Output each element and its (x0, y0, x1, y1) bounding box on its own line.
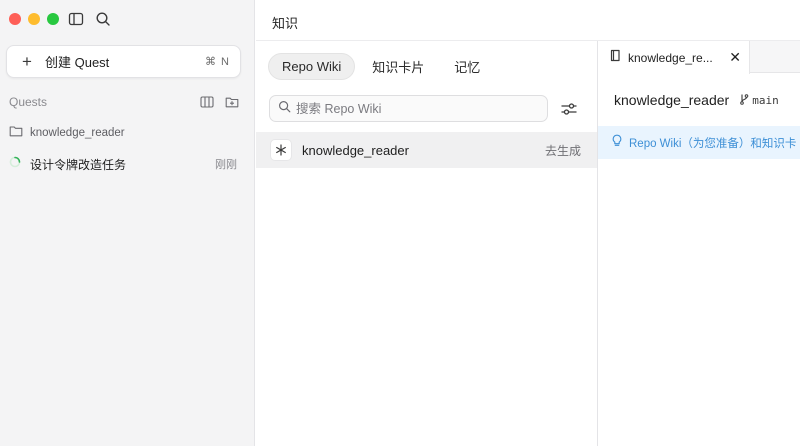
loading-spinner-icon (9, 155, 21, 173)
editor-panel: knowledge_re... ✕ knowledge_reader main … (598, 41, 800, 446)
lightbulb-icon (611, 134, 623, 152)
tab-memory[interactable]: 记忆 (441, 53, 493, 80)
close-window-button[interactable] (9, 13, 21, 25)
folder-item-knowledge-reader[interactable]: knowledge_reader (9, 124, 239, 142)
folder-icon (9, 124, 23, 143)
new-quest-shortcut: ⌘ N (205, 56, 230, 68)
columns-view-icon[interactable] (200, 95, 214, 109)
editor-tab-label: knowledge_re... (628, 50, 713, 65)
filter-settings-icon[interactable] (560, 100, 578, 118)
repo-wiki-search (269, 95, 548, 122)
sidebar: + 创建 Quest ⌘ N Quests knowledge_reader 设… (0, 0, 255, 446)
tab-repo-wiki[interactable]: Repo Wiki (268, 53, 356, 80)
page-title: 知识 (272, 16, 299, 31)
main-header: 知识 (256, 0, 800, 41)
banner-text: Repo Wiki（为您准备）和知识卡 (629, 137, 797, 150)
minimize-window-button[interactable] (28, 13, 40, 25)
repo-logo-icon (270, 139, 292, 161)
search-icon[interactable] (95, 11, 111, 27)
branch-name: main (752, 93, 779, 107)
search-icon (278, 100, 291, 118)
folder-label: knowledge_reader (30, 127, 125, 139)
editor-tab[interactable]: knowledge_re... ✕ (598, 41, 750, 74)
quest-item-time: 刚刚 (215, 159, 237, 171)
quests-section-header: Quests (9, 94, 239, 110)
book-icon (609, 49, 622, 67)
branch-indicator[interactable]: main (739, 93, 779, 108)
quest-item[interactable]: 设计令牌改造任务 刚刚 (9, 155, 237, 173)
repo-header: knowledge_reader main (614, 92, 779, 108)
tab-knowledge-cards[interactable]: 知识卡片 (359, 53, 437, 80)
repo-list-item[interactable]: knowledge_reader 去生成 (256, 132, 597, 168)
repo-name: knowledge_reader (302, 142, 409, 158)
knowledge-tabs: Repo Wiki 知识卡片 记忆 (268, 53, 493, 80)
search-input[interactable] (296, 101, 526, 116)
quests-section-title: Quests (9, 95, 48, 109)
generate-wiki-button[interactable]: 去生成 (545, 142, 581, 159)
git-branch-icon (739, 93, 749, 108)
new-folder-icon[interactable] (225, 95, 239, 109)
new-quest-label: 创建 Quest (45, 55, 110, 70)
sidebar-toggle-icon[interactable] (68, 11, 84, 27)
knowledge-panel: Repo Wiki 知识卡片 记忆 knowledge_reader 去生成 (256, 41, 598, 446)
info-banner: Repo Wiki（为您准备）和知识卡 (598, 126, 800, 159)
new-quest-button[interactable]: + 创建 Quest ⌘ N (6, 45, 241, 78)
close-icon[interactable]: ✕ (729, 49, 741, 66)
maximize-window-button[interactable] (47, 13, 59, 25)
repo-title: knowledge_reader (614, 92, 730, 108)
quest-item-label: 设计令牌改造任务 (30, 157, 127, 172)
window-controls (9, 13, 59, 25)
plus-icon: + (22, 51, 32, 71)
